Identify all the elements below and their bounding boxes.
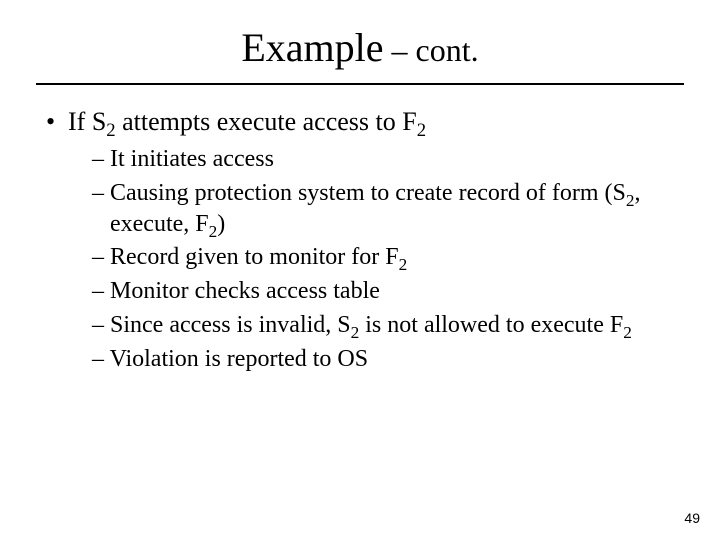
text-fragment: attempts execute access to F — [116, 107, 417, 136]
bullet-dot-icon: • — [46, 105, 68, 138]
bullet-level2: – It initiates access — [40, 144, 680, 175]
subscript: 2 — [106, 120, 115, 141]
text-fragment: Causing protection system to create reco… — [110, 180, 626, 206]
subscript: 2 — [209, 222, 218, 241]
text-fragment: Monitor checks access table — [110, 278, 380, 304]
title-main: Example — [241, 25, 383, 70]
text-fragment: Record given to monitor for F — [110, 244, 399, 270]
bullet-level2: – Violation is reported to OS — [40, 344, 680, 375]
dash-icon: – — [92, 312, 110, 338]
text-fragment: is not allowed to execute F — [359, 312, 623, 338]
subscript: 2 — [399, 255, 408, 274]
subscript: 2 — [351, 323, 360, 342]
slide: Example – cont. •If S2 attempts execute … — [0, 0, 720, 540]
bullet-level1: •If S2 attempts execute access to F2 — [40, 105, 680, 138]
dash-icon: – — [92, 278, 110, 304]
bullet-level2: – Monitor checks access table — [40, 276, 680, 307]
title-suffix: – cont. — [384, 32, 479, 68]
text-fragment: Since access is invalid, S — [110, 312, 351, 338]
bullet-level2: – Since access is invalid, S2 is not all… — [40, 310, 680, 341]
dash-icon: – — [92, 180, 110, 206]
dash-icon: – — [92, 244, 110, 270]
dash-icon: – — [92, 346, 110, 372]
text-fragment: ) — [217, 211, 225, 237]
subscript: 2 — [417, 120, 426, 141]
text-fragment: Violation is reported to OS — [110, 346, 369, 372]
slide-body: •If S2 attempts execute access to F2 – I… — [0, 85, 720, 374]
subscript: 2 — [626, 191, 635, 210]
slide-title: Example – cont. — [0, 0, 720, 79]
bullet-level2: – Record given to monitor for F2 — [40, 242, 680, 273]
dash-icon: – — [92, 146, 110, 172]
page-number: 49 — [684, 510, 700, 526]
text-fragment: If S — [68, 107, 106, 136]
subscript: 2 — [623, 323, 632, 342]
text-fragment: It initiates access — [110, 146, 274, 172]
bullet-level2: – Causing protection system to create re… — [40, 178, 680, 239]
